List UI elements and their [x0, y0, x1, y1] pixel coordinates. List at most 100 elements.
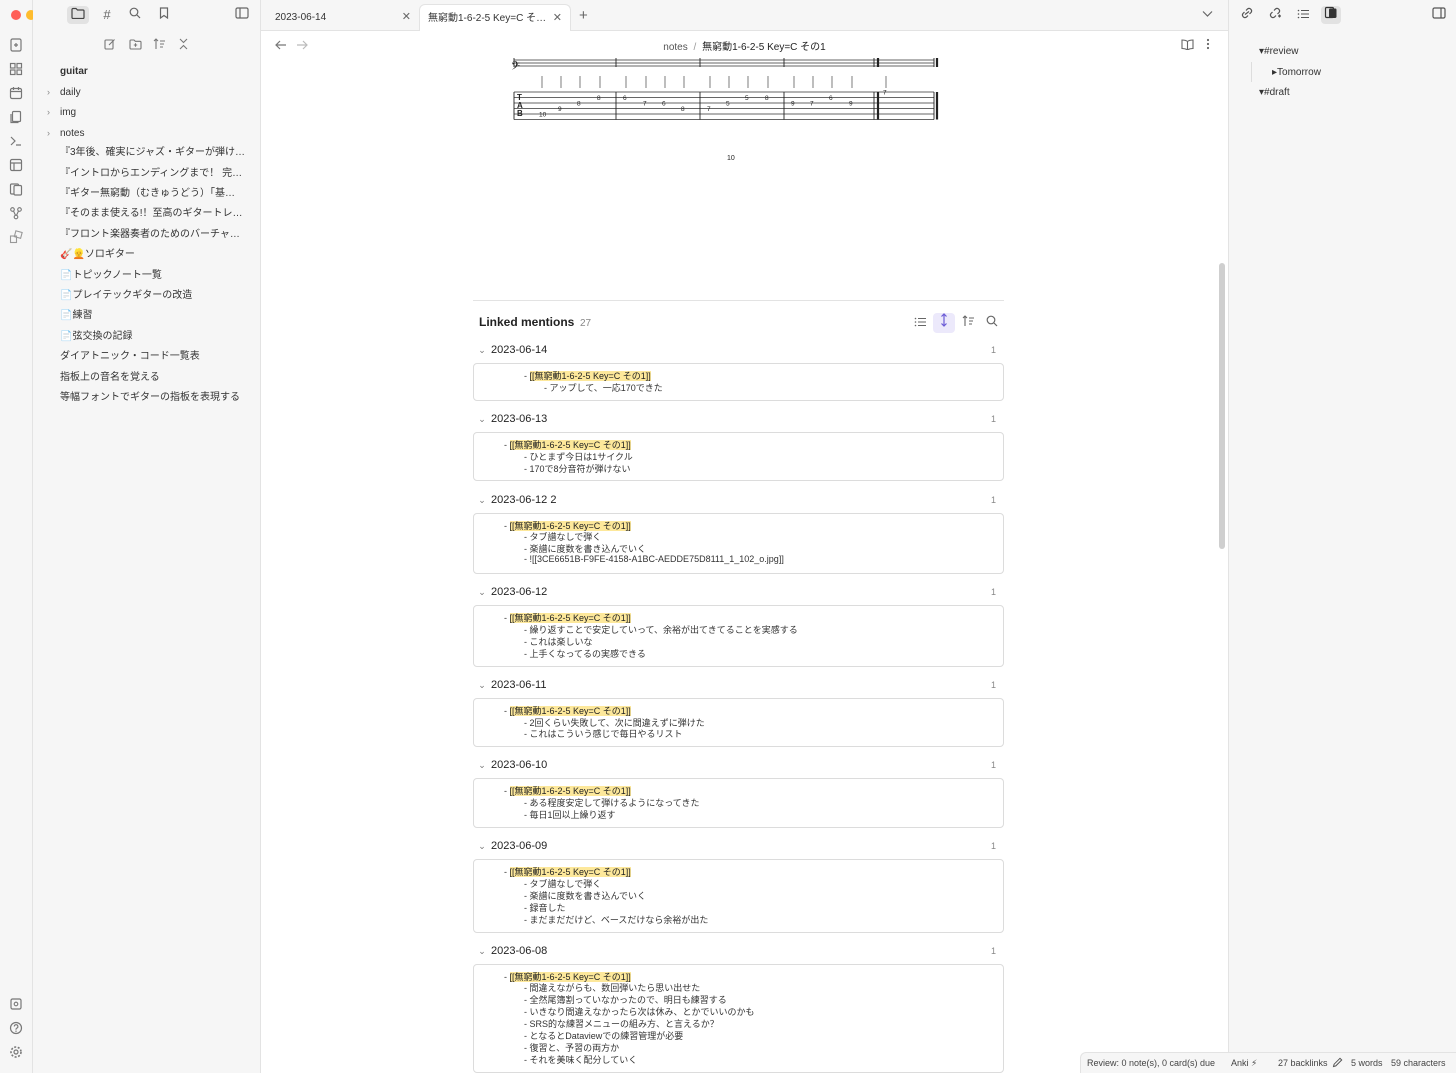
bookmark-icon: [159, 7, 169, 20]
vault-name[interactable]: guitar: [33, 62, 261, 82]
tab-list-dropdown[interactable]: [1202, 9, 1213, 21]
toggle-right-sidebar-button[interactable]: [1429, 6, 1449, 24]
mention-group-header[interactable]: ⌄ 2023-06-12 1: [473, 583, 1004, 601]
mention-card[interactable]: - [[無窮動1-6-2-5 Key=C その1]] - アップして、一応170で…: [473, 363, 1004, 401]
bass-clef-icon: 𝄢: [511, 60, 520, 76]
file-item[interactable]: 📄弦交換の記録: [33, 327, 261, 347]
files-tab-button[interactable]: [67, 6, 89, 24]
show-more-context-button[interactable]: [933, 313, 955, 333]
review-status[interactable]: Review: 0 note(s), 0 card(s) due: [1087, 1053, 1215, 1073]
vault-switcher-icon[interactable]: [8, 997, 24, 1013]
breadcrumb-folder[interactable]: notes: [663, 42, 687, 53]
canvas-icon[interactable]: [8, 62, 24, 78]
daily-note-icon[interactable]: [8, 86, 24, 102]
mention-group-header[interactable]: ⌄ 2023-06-13 1: [473, 410, 1004, 428]
mention-card[interactable]: - [[無窮動1-6-2-5 Key=C その1]] - 間違えながらも、数回弾い…: [473, 963, 1004, 1073]
mention-context-line: - それを美味く配分していく: [524, 1054, 638, 1065]
file-item[interactable]: ダイアトニック・コード一覧表: [33, 347, 261, 367]
command-palette-icon[interactable]: [8, 134, 24, 150]
close-icon[interactable]: ✕: [553, 5, 562, 31]
mention-group-header[interactable]: ⌄ 2023-06-09 1: [473, 837, 1004, 855]
tab-fret-number: 6: [623, 95, 627, 102]
mention-card[interactable]: - [[無窮動1-6-2-5 Key=C その1]] - タブ譜なしで弾く - 楽譜…: [473, 512, 1004, 575]
file-item[interactable]: 『イントロからエンディングまで！ 完…: [33, 164, 261, 184]
highlighted-link[interactable]: [[無窮動1-6-2-5 Key=C その1]]: [509, 786, 631, 797]
close-window-button[interactable]: [11, 10, 21, 20]
highlighted-link[interactable]: [[無窮動1-6-2-5 Key=C その1]]: [509, 971, 631, 982]
collapse-all-button[interactable]: [175, 38, 191, 54]
status-bar: Review: 0 note(s), 0 card(s) due Anki ⚡ …: [1080, 1052, 1456, 1073]
open-quick-switcher-icon[interactable]: [8, 38, 24, 54]
change-sort-order-button[interactable]: [957, 313, 979, 333]
file-item[interactable]: 📄練習: [33, 306, 261, 326]
new-tab-button[interactable]: +: [579, 7, 588, 24]
mention-card[interactable]: - [[無窮動1-6-2-5 Key=C その1]] - 2回くらい失敗して、次に…: [473, 697, 1004, 748]
mention-group-header[interactable]: ⌄ 2023-06-08 1: [473, 942, 1004, 960]
search-tab-button[interactable]: [124, 6, 146, 24]
mention-card[interactable]: - [[無窮動1-6-2-5 Key=C その1]] - 繰り返すことで安定してい…: [473, 605, 1004, 667]
file-item[interactable]: 『そのまま使える!！至高のギタートレ…: [33, 204, 261, 224]
mention-group-header[interactable]: ⌄ 2023-06-12 2 1: [473, 491, 1004, 509]
mention-group-date: 2023-06-14: [491, 344, 548, 356]
mention-group-header[interactable]: ⌄ 2023-06-14 1: [473, 341, 1004, 359]
folder-item[interactable]: › notes: [33, 123, 261, 143]
plugins-icon[interactable]: [8, 230, 24, 246]
settings-icon[interactable]: [8, 1045, 24, 1061]
highlighted-link[interactable]: [[無窮動1-6-2-5 Key=C その1]]: [529, 371, 651, 381]
file-item[interactable]: 📄トピックノート一覧: [33, 266, 261, 286]
file-item[interactable]: 『ギター無窮動（むきゅうどう）「基…: [33, 184, 261, 204]
new-note-button[interactable]: [102, 38, 118, 54]
tag-tree-item[interactable]: ▾#review: [1259, 46, 1298, 57]
tab-current-note[interactable]: 無窮動1-6-2-5 Key=C そ… ✕: [419, 4, 571, 31]
scrollbar-thumb[interactable]: [1219, 263, 1225, 549]
highlighted-link[interactable]: [[無窮動1-6-2-5 Key=C その1]]: [509, 705, 631, 716]
mention-group-header[interactable]: ⌄ 2023-06-11 1: [473, 676, 1004, 694]
search-mentions-button[interactable]: [981, 313, 1003, 333]
sort-button[interactable]: [151, 38, 167, 54]
backlinks-tab-button[interactable]: [1237, 6, 1257, 24]
highlighted-link[interactable]: [[無窮動1-6-2-5 Key=C その1]]: [509, 439, 631, 450]
anki-tags-tab-button[interactable]: [1321, 6, 1341, 24]
file-item[interactable]: 指板上の音名を覚える: [33, 368, 261, 388]
tags-tab-button[interactable]: #: [96, 6, 118, 24]
outline-tab-button[interactable]: [1293, 6, 1313, 24]
file-item[interactable]: 🎸👱ソロギター: [33, 245, 261, 265]
file-item[interactable]: 等幅フォントでギターの指板を表現する: [33, 388, 261, 408]
anki-icon[interactable]: [8, 182, 24, 198]
tag-tree-item[interactable]: ▾#draft: [1259, 87, 1290, 98]
help-icon[interactable]: [8, 1021, 24, 1037]
collapse-results-button[interactable]: [909, 313, 931, 333]
new-folder-button[interactable]: [127, 38, 143, 54]
highlighted-link[interactable]: [[無窮動1-6-2-5 Key=C その1]]: [509, 867, 631, 878]
mention-group-header[interactable]: ⌄ 2023-06-10 1: [473, 756, 1004, 774]
kanban-icon[interactable]: [8, 158, 24, 174]
mention-group-date: 2023-06-13: [491, 412, 548, 425]
folder-item[interactable]: › img: [33, 102, 261, 122]
chevron-down-icon: ⌄: [478, 945, 486, 956]
close-icon[interactable]: ✕: [402, 4, 411, 31]
tab-2023-06-14[interactable]: 2023-06-14 ✕: [261, 4, 419, 31]
edit-mode-toggle[interactable]: [1332, 1053, 1343, 1073]
backlinks-count[interactable]: 27 backlinks: [1278, 1053, 1328, 1073]
highlighted-link[interactable]: [[無窮動1-6-2-5 Key=C その1]]: [509, 520, 631, 531]
highlighted-link[interactable]: [[無窮動1-6-2-5 Key=C その1]]: [509, 613, 631, 624]
file-item[interactable]: 📄プレイテックギターの改造: [33, 286, 261, 306]
linked-mentions-title[interactable]: Linked mentions: [479, 315, 574, 329]
outgoing-links-tab-button[interactable]: [1265, 6, 1285, 24]
folder-item[interactable]: › daily: [33, 82, 261, 102]
file-item[interactable]: 『フロント楽器奏者のためのバーチャル…: [33, 225, 261, 245]
more-options-button[interactable]: [1200, 38, 1216, 54]
file-item[interactable]: 『3年後、確実にジャズ・ギターが弾け…: [33, 143, 261, 163]
reading-view-button[interactable]: [1179, 38, 1195, 54]
anki-status[interactable]: Anki ⚡: [1231, 1053, 1257, 1073]
bookmarks-tab-button[interactable]: [153, 6, 175, 24]
mention-card[interactable]: - [[無窮動1-6-2-5 Key=C その1]] - ひとまず今日は1サイクル…: [473, 431, 1004, 482]
toggle-left-sidebar-button[interactable]: [231, 6, 253, 24]
tag-tree-item[interactable]: ▸Tomorrow: [1272, 67, 1321, 78]
templates-icon[interactable]: [8, 110, 24, 126]
sort-icon: [962, 315, 974, 326]
mention-card[interactable]: - [[無窮動1-6-2-5 Key=C その1]] - タブ譜なしで弾く - 楽譜…: [473, 859, 1004, 933]
breadcrumb-note[interactable]: 無窮動1-6-2-5 Key=C その1: [702, 42, 826, 53]
mention-card[interactable]: - [[無窮動1-6-2-5 Key=C その1]] - ある程度安定して弾けるよ…: [473, 778, 1004, 829]
graph-icon[interactable]: [8, 206, 24, 222]
